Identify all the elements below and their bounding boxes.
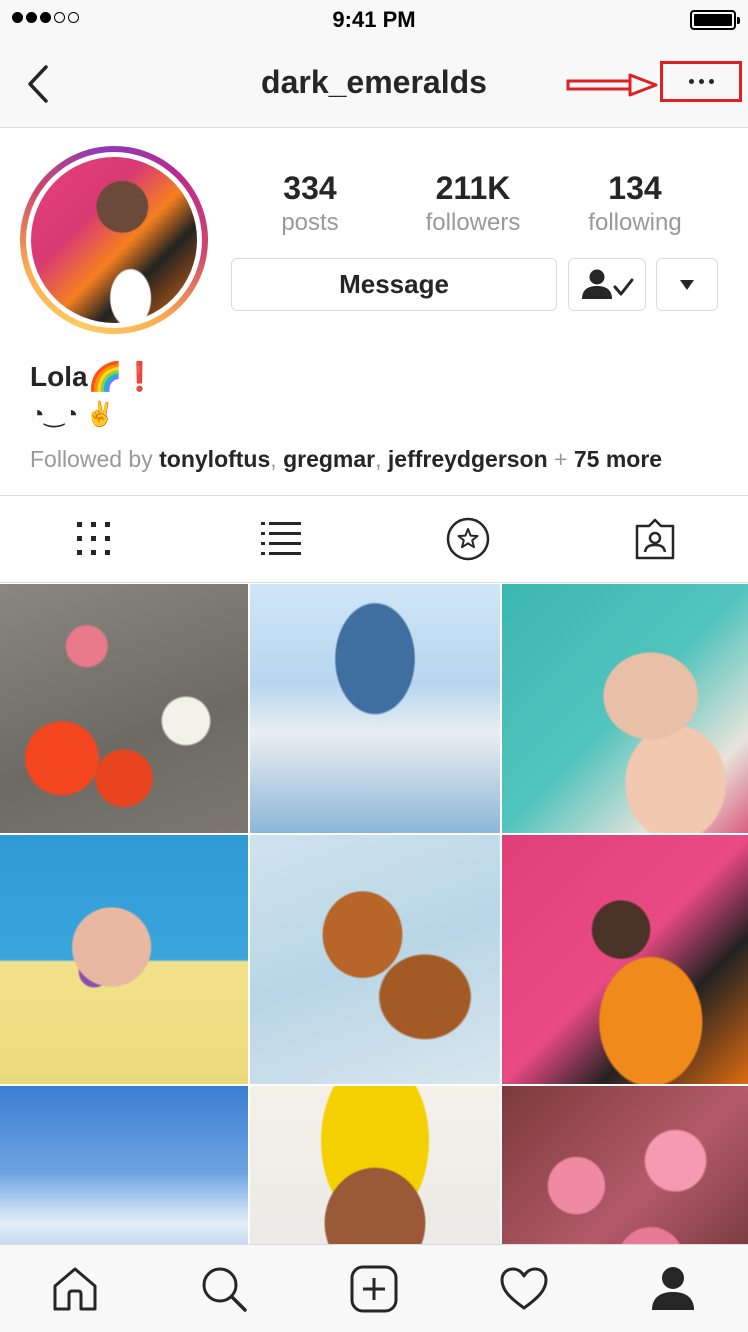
add-post-icon	[350, 1265, 398, 1312]
follower-link[interactable]: tonyloftus	[159, 446, 270, 472]
nav-home[interactable]	[0, 1245, 150, 1332]
tab-grid[interactable]	[0, 496, 187, 582]
more-horizontal-icon	[688, 79, 694, 84]
post-thumbnail[interactable]	[502, 584, 748, 833]
stat-posts[interactable]: 334 posts	[235, 168, 385, 238]
post-thumbnail[interactable]	[502, 835, 748, 1084]
annotation-arrow-icon	[566, 73, 658, 97]
star-circle-icon	[446, 517, 489, 561]
status-time: 9:41 PM	[332, 7, 416, 32]
tagged-person-icon	[635, 518, 674, 560]
stat-followers[interactable]: 211K followers	[398, 168, 548, 238]
tab-tagged[interactable]	[561, 496, 748, 582]
tab-saved[interactable]	[374, 496, 561, 582]
more-options-button[interactable]	[660, 61, 742, 102]
triangle-down-icon	[680, 279, 694, 290]
grid-icon	[76, 522, 110, 555]
post-thumbnail[interactable]	[250, 835, 500, 1084]
stat-value: 134	[608, 170, 662, 206]
tab-list[interactable]	[187, 496, 374, 582]
battery-icon	[690, 10, 740, 30]
more-followers-link[interactable]: 75 more	[574, 446, 662, 472]
stat-value: 211K	[435, 170, 511, 206]
nav-search[interactable]	[150, 1245, 300, 1332]
heart-icon	[500, 1267, 548, 1309]
stat-label: posts	[281, 209, 339, 236]
home-icon	[53, 1267, 97, 1310]
suggestions-dropdown-button[interactable]	[656, 258, 718, 311]
profile-icon	[652, 1266, 695, 1310]
separator: ,	[375, 446, 388, 472]
stat-label: followers	[425, 209, 521, 236]
avatar[interactable]	[26, 152, 202, 328]
profile-display-name: Lola🌈❗	[30, 361, 158, 392]
nav-bar: dark_emeralds	[0, 40, 748, 128]
profile-bio: ◔‿◔ ✌️	[30, 401, 115, 428]
stat-label: following	[588, 209, 682, 236]
message-button[interactable]: Message	[231, 258, 557, 311]
nav-profile[interactable]	[598, 1245, 748, 1332]
nav-new-post[interactable]	[299, 1245, 449, 1332]
post-thumbnail[interactable]	[250, 584, 500, 833]
follower-link[interactable]: gregmar	[283, 446, 375, 472]
post-thumbnail[interactable]	[0, 835, 248, 1084]
separator: ,	[270, 446, 284, 472]
post-thumbnail[interactable]	[0, 584, 248, 833]
search-icon	[202, 1267, 248, 1312]
stat-value: 334	[283, 170, 337, 206]
user-following-icon	[582, 269, 634, 299]
bottom-nav	[0, 1244, 748, 1332]
followed-by-text[interactable]: Followed by tonyloftus, gregmar, jeffrey…	[30, 446, 662, 473]
follower-link[interactable]: jeffreydgerson	[388, 446, 548, 472]
stat-following[interactable]: 134 following	[560, 168, 710, 238]
content-tabs	[0, 495, 748, 583]
followed-by-prefix: Followed by	[30, 446, 160, 472]
separator: +	[547, 446, 574, 472]
following-status-button[interactable]	[568, 258, 646, 311]
nav-activity[interactable]	[449, 1245, 599, 1332]
status-bar: 9:41 PM	[0, 0, 748, 40]
photo-grid	[0, 584, 748, 1332]
list-icon	[260, 522, 301, 555]
